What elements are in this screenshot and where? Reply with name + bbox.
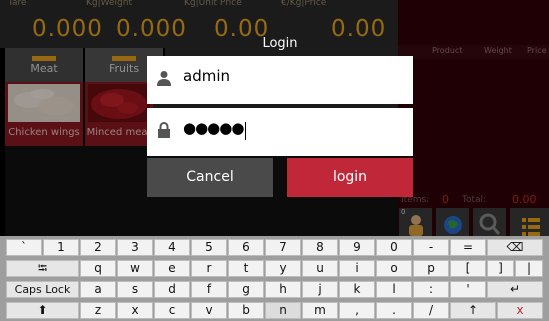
key-1[interactable]: 1: [43, 239, 79, 256]
key-slash[interactable]: /: [413, 302, 449, 319]
key-s[interactable]: s: [117, 281, 153, 298]
key-quote[interactable]: ': [450, 281, 486, 298]
backspace-key[interactable]: ⌫: [487, 239, 543, 256]
key-e[interactable]: e: [154, 260, 190, 277]
key-q[interactable]: q: [80, 260, 116, 277]
lock-icon: [158, 122, 170, 138]
key-g[interactable]: g: [228, 281, 264, 298]
key-9[interactable]: 9: [339, 239, 375, 256]
key-d[interactable]: d: [154, 281, 190, 298]
key-equals[interactable]: =: [450, 239, 486, 256]
key-period[interactable]: .: [376, 302, 412, 319]
caps-lock-key[interactable]: Caps Lock: [6, 281, 79, 298]
user-icon: [157, 71, 171, 86]
username-value: admin: [183, 67, 230, 85]
key-backtick[interactable]: `: [6, 239, 42, 256]
key-a[interactable]: a: [80, 281, 116, 298]
key-o[interactable]: o: [376, 260, 412, 277]
key-u[interactable]: u: [302, 260, 338, 277]
tab-key[interactable]: ⭾: [6, 260, 79, 277]
enter-key[interactable]: ↵: [487, 281, 543, 298]
key-t[interactable]: t: [228, 260, 264, 277]
key-5[interactable]: 5: [191, 239, 227, 256]
key-colon[interactable]: :: [413, 281, 449, 298]
username-field[interactable]: admin: [147, 56, 413, 104]
key-i[interactable]: i: [339, 260, 375, 277]
key-w[interactable]: w: [117, 260, 153, 277]
key-0[interactable]: 0: [376, 239, 412, 256]
password-value: ●●●●●: [183, 119, 244, 137]
key-n[interactable]: n: [265, 302, 301, 319]
shift-key[interactable]: ⬆: [6, 302, 79, 319]
key-open-bracket[interactable]: [: [450, 260, 486, 277]
login-button[interactable]: login: [287, 158, 413, 197]
key-b[interactable]: b: [228, 302, 264, 319]
key-6[interactable]: 6: [228, 239, 264, 256]
key-4[interactable]: 4: [154, 239, 190, 256]
key-7[interactable]: 7: [265, 239, 301, 256]
key-c[interactable]: c: [154, 302, 190, 319]
key-minus[interactable]: -: [413, 239, 449, 256]
password-field[interactable]: ●●●●●: [147, 108, 413, 156]
key-comma[interactable]: ,: [339, 302, 375, 319]
key-v[interactable]: v: [191, 302, 227, 319]
virtual-keyboard: ` 1 2 3 4 5 6 7 8 9 0 - = ⌫ ⭾ q w e r t …: [0, 236, 549, 321]
key-y[interactable]: y: [265, 260, 301, 277]
key-3[interactable]: 3: [117, 239, 153, 256]
key-close-bracket[interactable]: ]: [487, 260, 514, 277]
key-r[interactable]: r: [191, 260, 227, 277]
key-j[interactable]: j: [302, 281, 338, 298]
key-pipe[interactable]: |: [515, 260, 543, 277]
login-dialog-title: Login: [262, 36, 298, 51]
key-k[interactable]: k: [339, 281, 375, 298]
text-cursor: [245, 122, 246, 140]
key-h[interactable]: h: [265, 281, 301, 298]
close-keyboard-key[interactable]: x: [497, 302, 543, 319]
key-2[interactable]: 2: [80, 239, 116, 256]
key-8[interactable]: 8: [302, 239, 338, 256]
key-x[interactable]: x: [117, 302, 153, 319]
arrow-up-key[interactable]: ↑: [450, 302, 496, 319]
key-z[interactable]: z: [80, 302, 116, 319]
key-p[interactable]: p: [413, 260, 449, 277]
key-l[interactable]: l: [376, 281, 412, 298]
key-m[interactable]: m: [302, 302, 338, 319]
key-f[interactable]: f: [191, 281, 227, 298]
cancel-button[interactable]: Cancel: [147, 158, 273, 197]
